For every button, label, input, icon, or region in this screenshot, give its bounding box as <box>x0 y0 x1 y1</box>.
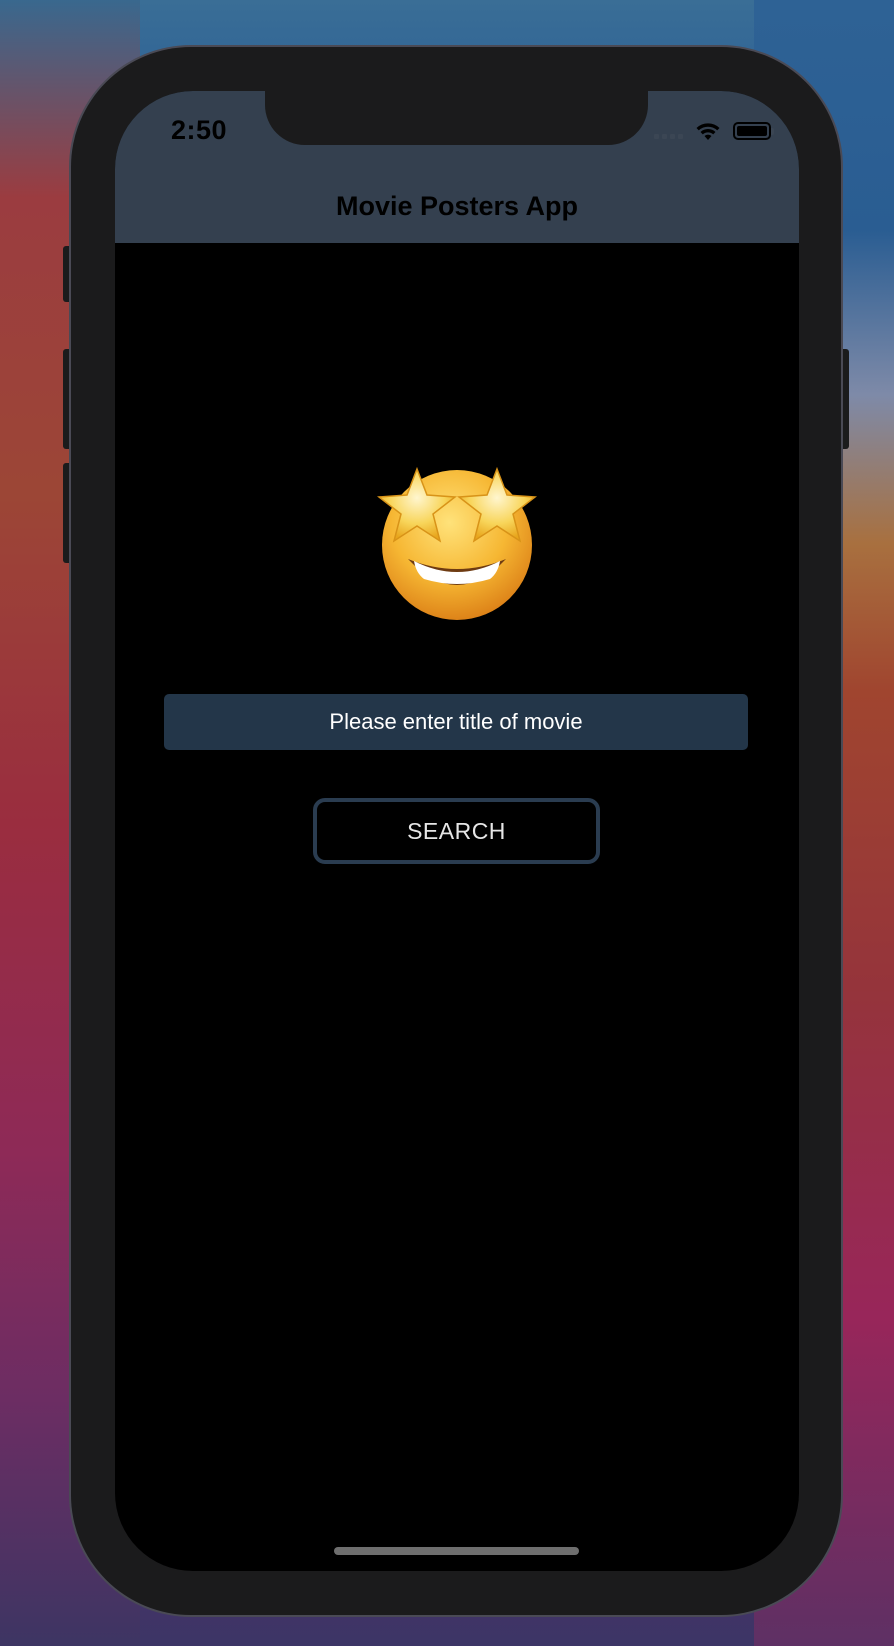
status-time: 2:50 <box>171 115 228 145</box>
page-title: Movie Posters App <box>335 191 579 221</box>
device-notch <box>265 91 648 145</box>
navigation-header: 2:50 Movie Posters App <box>115 91 799 243</box>
home-indicator[interactable] <box>334 1547 579 1555</box>
movie-title-input[interactable] <box>164 694 748 750</box>
search-button[interactable]: SEARCH <box>313 798 600 864</box>
star-struck-emoji-icon <box>115 456 799 626</box>
cellular-signal-icon <box>654 123 683 139</box>
battery-icon <box>733 122 774 140</box>
wifi-icon <box>696 123 720 140</box>
status-icons <box>654 119 774 143</box>
app-screen: 2:50 Movie Posters App Please enter titl… <box>115 91 799 1571</box>
